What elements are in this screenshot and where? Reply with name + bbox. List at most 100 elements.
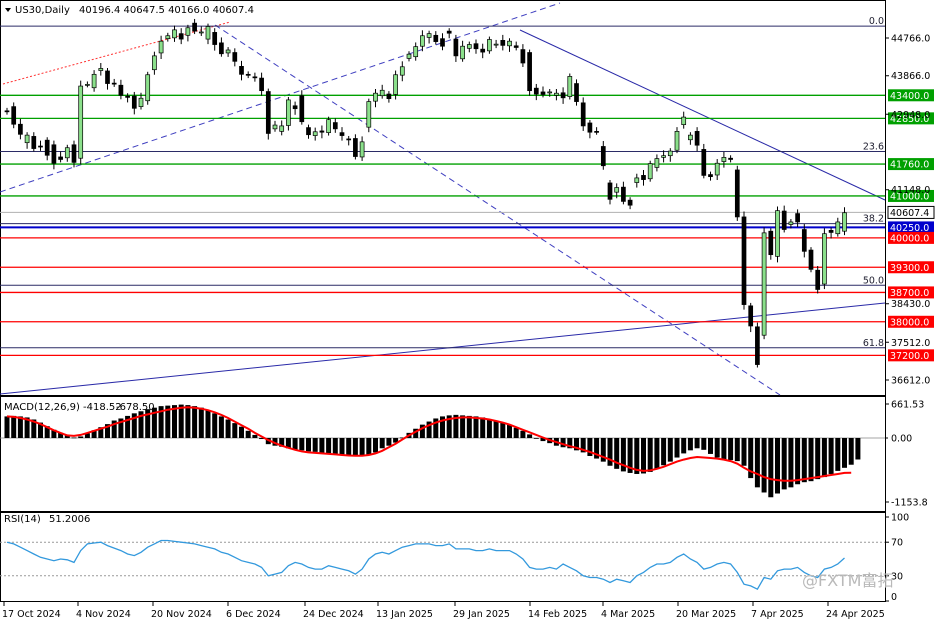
last-price-label: 40607.4 [890, 208, 929, 219]
fib-level-label: 61.8 [863, 338, 884, 349]
macd-tick-label: 0.00 [891, 434, 912, 445]
macd-histogram-bar [775, 438, 780, 494]
candle-body-bear [533, 87, 539, 95]
macd-histogram-bar [708, 438, 713, 454]
candle-body-bear [621, 186, 626, 202]
candle-body-bear [694, 131, 700, 146]
price-axis: 43400.042850.041760.041000.040250.040000… [885, 34, 935, 603]
macd-histogram-bar [701, 438, 707, 450]
candle-body-bull [359, 141, 365, 158]
date-tick-label: 13 Jan 2025 [376, 609, 433, 620]
candle-body-bull [399, 66, 405, 76]
candle-body-bear [232, 52, 238, 62]
candle-body-bear [500, 39, 506, 46]
candle-body-bear [51, 144, 57, 164]
candle-body-bear [71, 144, 77, 163]
macd-histogram-bar [808, 438, 814, 482]
candle-body-bull [286, 99, 291, 126]
date-tick-label: 29 Jan 2025 [453, 609, 510, 620]
price-tick-label: 42948.0 [891, 110, 930, 121]
candle [567, 73, 573, 100]
macd-histogram-bar [339, 438, 345, 455]
candle-body-bear [245, 73, 251, 76]
candle-body-bear [446, 30, 452, 34]
macd-histogram-bar [326, 438, 332, 454]
candle-body-bear [11, 106, 17, 125]
macd-histogram-bar [694, 438, 700, 449]
candle [755, 322, 760, 368]
fib-level-label: 50.0 [863, 275, 884, 286]
macd-histogram-bar [835, 438, 841, 471]
rsi-tick-label: 0 [891, 592, 897, 603]
macd-histogram-bar [607, 438, 613, 466]
macd-histogram-bar [533, 438, 539, 439]
macd-histogram-bar [178, 404, 184, 438]
candle-body-bear [265, 91, 271, 134]
candle-body-bear [353, 138, 358, 157]
price-tick-label: 44766.0 [891, 34, 930, 45]
date-tick-label: 7 Apr 2025 [751, 609, 804, 620]
macd-histogram-bar [821, 438, 827, 478]
candle [775, 206, 780, 263]
price-tick-label: 37512.0 [891, 338, 930, 349]
candle-body-bull [366, 101, 372, 128]
candle-body-bear [594, 131, 599, 133]
macd-histogram-bar [520, 430, 526, 438]
watermark-logo: @FXTM富拓 [802, 571, 893, 590]
fib-level-label: 23.6 [863, 141, 884, 152]
candle-body-bear [627, 199, 633, 206]
candle-body-bull [487, 39, 492, 52]
candle-body-bear [540, 91, 546, 95]
macd-histogram-bar [386, 438, 392, 446]
macd-histogram-bar [239, 426, 244, 438]
candle-body-bear [58, 156, 63, 160]
candle-body-bear [125, 95, 130, 98]
candle-body-bull [761, 232, 767, 336]
candle-body-bear [4, 110, 10, 113]
candle-body-bear [560, 92, 566, 99]
candle-body-bull [172, 29, 177, 39]
macd-histogram-bar [292, 438, 298, 450]
candle-body-bear [480, 48, 486, 53]
candle-body-bull [822, 233, 827, 285]
macd-histogram-bar [218, 416, 224, 438]
candle-body-bear [440, 38, 445, 47]
level-tag-label: 40000.0 [890, 233, 929, 244]
macd-histogram-bar [359, 438, 365, 456]
macd-histogram-bar [306, 438, 311, 452]
candle-body-bear [741, 216, 747, 305]
candle-body-bull [460, 45, 465, 60]
candle-body-bull [145, 74, 151, 102]
macd-tick-label: 661.53 [891, 400, 924, 411]
candle-body-bear [332, 122, 338, 130]
candle-body-bear [259, 77, 264, 92]
candle-body-bear [607, 182, 613, 200]
candle-body-bear [748, 305, 754, 327]
candle [815, 266, 821, 294]
candle-body-bull [647, 163, 653, 180]
candle-body-bear [781, 210, 787, 230]
candle-body-bear [701, 149, 707, 176]
candle-body-bear [755, 326, 760, 365]
candle-body-bull [152, 55, 157, 71]
macd-histogram-bar [466, 415, 472, 438]
candle-body-bear [44, 139, 50, 156]
candle-body-bull [413, 46, 419, 58]
candle-body-bear [118, 84, 124, 96]
candle-body-bear [734, 169, 740, 218]
macd-histogram-bar [721, 438, 727, 460]
candle-body-bull [326, 119, 331, 133]
macd-histogram-bar [352, 438, 358, 456]
macd-histogram-bar [647, 438, 653, 472]
macd-histogram-bar [681, 438, 687, 454]
fib-level-label: 38.2 [863, 214, 884, 225]
date-tick-label: 20 Nov 2024 [151, 609, 212, 620]
candle [822, 228, 827, 290]
candle-body-bear [641, 175, 646, 180]
macd-histogram-bar [480, 417, 486, 438]
candle-body-bear [18, 123, 23, 135]
macd-histogram-bar [848, 438, 854, 465]
trading-chart[interactable]: 0.023.638.250.061.8 43400.042850.041760.… [0, 0, 936, 624]
rsi-tick-label: 100 [891, 513, 909, 524]
candle-body-bear [111, 82, 117, 85]
